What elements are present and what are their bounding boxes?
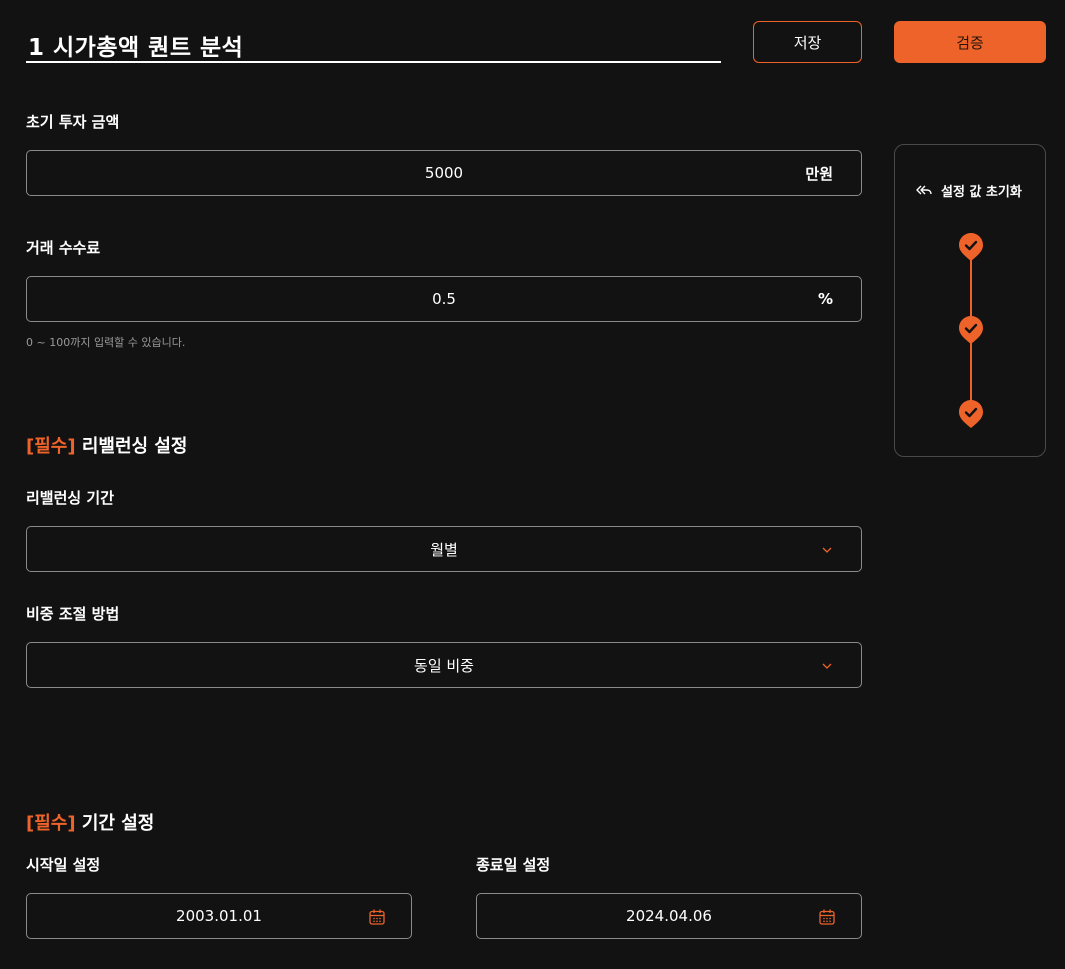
weight-method-select[interactable]: 동일 비중 bbox=[26, 642, 862, 688]
investment-unit: 만원 bbox=[805, 164, 833, 183]
rebalancing-period-value: 월별 bbox=[430, 540, 458, 559]
weight-method-value: 동일 비중 bbox=[414, 656, 474, 675]
step-complete-icon bbox=[959, 400, 983, 428]
start-date-input[interactable]: 2003.01.01 bbox=[26, 893, 412, 939]
rebalancing-title-text: 리밸런싱 설정 bbox=[81, 436, 188, 457]
required-tag: [필수] bbox=[26, 813, 76, 834]
reply-all-icon bbox=[916, 185, 932, 194]
period-title-text: 기간 설정 bbox=[81, 813, 155, 834]
calendar-icon[interactable] bbox=[818, 908, 836, 926]
fee-value: 0.5 bbox=[432, 290, 456, 308]
weight-method-label: 비중 조절 방법 bbox=[26, 605, 120, 623]
progress-panel: 설정 값 초기화 bbox=[894, 144, 1046, 457]
page-title: 1 시가총액 퀀트 분석 bbox=[28, 35, 244, 61]
end-date-value: 2024.04.06 bbox=[626, 907, 712, 925]
reset-label: 설정 값 초기화 bbox=[941, 185, 1022, 200]
save-button[interactable]: 저장 bbox=[753, 21, 862, 63]
start-date-label: 시작일 설정 bbox=[26, 856, 101, 874]
chevron-down-icon bbox=[822, 663, 832, 669]
period-section-title: [필수] 기간 설정 bbox=[26, 809, 154, 835]
end-date-input[interactable]: 2024.04.06 bbox=[476, 893, 862, 939]
required-tag: [필수] bbox=[26, 436, 76, 457]
strategy-settings-page: 1 시가총액 퀀트 분석 저장 검증 초기 투자 금액 5000 만원 거래 수… bbox=[0, 0, 1065, 969]
investment-value: 5000 bbox=[424, 164, 464, 182]
investment-label: 초기 투자 금액 bbox=[26, 113, 120, 131]
rebalancing-section-title: [필수] 리밸런싱 설정 bbox=[26, 432, 188, 458]
chevron-down-icon bbox=[822, 547, 832, 553]
rebalancing-period-label: 리밸런싱 기간 bbox=[26, 489, 115, 507]
investment-input[interactable]: 5000 만원 bbox=[26, 150, 862, 196]
reset-settings-button[interactable]: 설정 값 초기화 bbox=[915, 181, 1022, 200]
step-complete-icon bbox=[959, 233, 983, 261]
step-complete-icon bbox=[959, 316, 983, 344]
fee-label: 거래 수수료 bbox=[26, 239, 101, 257]
verify-button[interactable]: 검증 bbox=[894, 21, 1046, 63]
fee-unit: % bbox=[817, 290, 833, 308]
fee-hint: 0 ~ 100까지 입력할 수 있습니다. bbox=[26, 336, 186, 349]
end-date-label: 종료일 설정 bbox=[476, 856, 551, 874]
start-date-value: 2003.01.01 bbox=[176, 907, 262, 925]
fee-input[interactable]: 0.5 % bbox=[26, 276, 862, 322]
rebalancing-period-select[interactable]: 월별 bbox=[26, 526, 862, 572]
title-input[interactable]: 1 시가총액 퀀트 분석 bbox=[26, 22, 721, 63]
calendar-icon[interactable] bbox=[368, 908, 386, 926]
